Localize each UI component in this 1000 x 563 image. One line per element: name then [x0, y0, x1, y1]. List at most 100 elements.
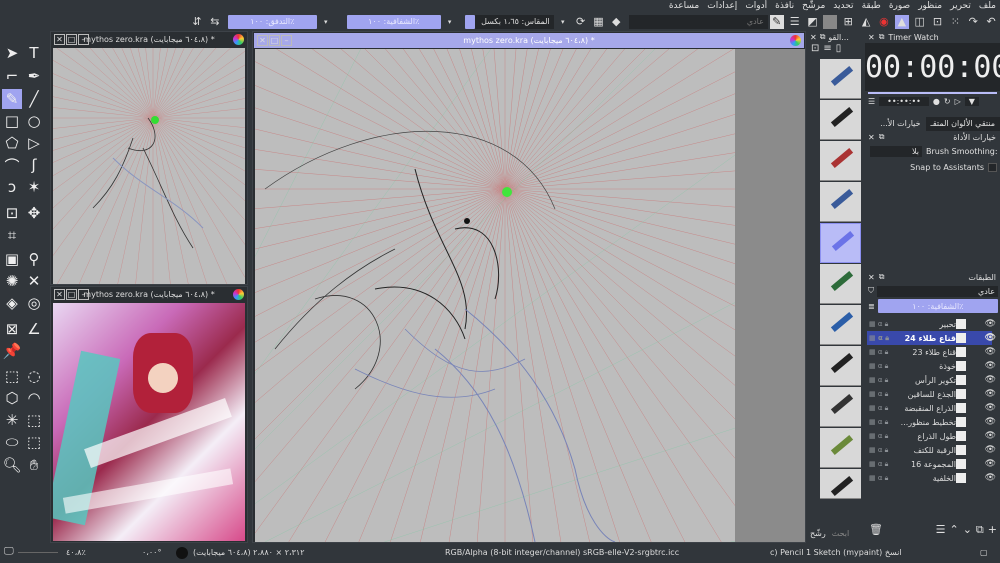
crop-tool-icon[interactable]: ⌗: [2, 225, 22, 245]
filter-icon[interactable]: ⛉: [868, 286, 874, 296]
menu-settings[interactable]: إعدادات: [707, 0, 737, 12]
layer-row[interactable]: ▦ α 🔒︎ قناع طلاء 23 👁︎: [867, 345, 996, 359]
move-up-icon[interactable]: ⌃: [949, 523, 958, 537]
reset-icon[interactable]: ↻: [944, 97, 951, 106]
menu-tools[interactable]: أدوات: [745, 0, 767, 12]
layer-row[interactable]: ▦ α 🔒︎ الرقبة للكتف 👁︎: [867, 443, 996, 457]
eye-icon[interactable]: 👁︎: [985, 333, 996, 343]
mirror-icon[interactable]: ◭: [859, 15, 873, 29]
fit-page-icon[interactable]: ◫: [913, 15, 927, 29]
eye-icon[interactable]: 👁︎: [985, 319, 996, 329]
layer-row[interactable]: ▦ α 🔒︎ تخطيط منظور... 👁︎: [867, 415, 996, 429]
eye-icon[interactable]: 👁︎: [985, 473, 996, 483]
pan-tool-icon[interactable]: ✋︎: [24, 455, 44, 475]
brush-preset[interactable]: [820, 182, 861, 222]
measure-tool-icon[interactable]: ∠: [24, 319, 44, 339]
chevron-down-icon[interactable]: ▾: [556, 15, 570, 29]
minimize-icon[interactable]: –: [78, 289, 89, 300]
reference-illustration[interactable]: [53, 303, 245, 541]
brush-preset[interactable]: [820, 428, 861, 468]
menu-select[interactable]: تحديد: [833, 0, 853, 12]
move-tool-icon[interactable]: ✥: [24, 203, 44, 223]
rect-select-tool-icon[interactable]: ⬚: [2, 366, 22, 386]
magic-wand-tool-icon[interactable]: ✳: [2, 410, 22, 430]
size-slider-fill[interactable]: [464, 14, 475, 29]
layer-opacity-slider[interactable]: الشفافية: ١٠٠٪: [877, 299, 998, 313]
screen-icon[interactable]: 🖵︎: [4, 546, 14, 557]
fill-tool-icon[interactable]: ◈: [2, 293, 22, 313]
canvas-view[interactable]: [53, 48, 245, 284]
layer-row[interactable]: ▦ α 🔒︎ تحبير 👁︎: [867, 317, 996, 331]
dynamic-brush-tool-icon[interactable]: ↄ: [2, 177, 22, 197]
menu-icon[interactable]: ☰: [868, 97, 875, 106]
alpha-lock-icon[interactable]: ▦: [591, 15, 605, 29]
polygon-tool-icon[interactable]: ⬠: [2, 133, 22, 153]
magnetic-select-tool-icon[interactable]: ⬚: [24, 432, 44, 452]
minimize-icon[interactable]: –: [78, 34, 89, 45]
brush-preset[interactable]: [820, 346, 861, 386]
close-icon[interactable]: ✕: [810, 33, 817, 42]
maximize-icon[interactable]: □: [66, 34, 77, 45]
pattern-icon[interactable]: [823, 14, 838, 29]
brush-preset[interactable]: [820, 264, 861, 304]
chevron-down-icon[interactable]: ▾: [319, 15, 333, 29]
brush-preset[interactable]: [820, 100, 861, 140]
assistant-tool-icon[interactable]: ⊠: [2, 319, 22, 339]
layer-flags-icon[interactable]: ▦ α 🔒︎: [869, 460, 888, 469]
canvas-view[interactable]: [255, 49, 735, 542]
brush-smoothing-select[interactable]: بلا: [870, 145, 922, 157]
transform-tool-icon[interactable]: ⊡: [2, 203, 22, 223]
brush-preset[interactable]: [820, 387, 861, 427]
eye-icon[interactable]: 👁︎: [985, 403, 996, 413]
bookmark-icon[interactable]: ▯: [836, 43, 842, 57]
add-layer-icon[interactable]: +: [988, 523, 997, 537]
layer-flags-icon[interactable]: ▦ α 🔒︎: [869, 390, 888, 399]
eye-icon[interactable]: 👁︎: [985, 431, 996, 441]
smart-patch-tool-icon[interactable]: ✺: [2, 271, 22, 291]
undo-icon[interactable]: ↶: [984, 15, 998, 29]
line-tool-icon[interactable]: ╱: [24, 89, 44, 109]
layer-flags-icon[interactable]: ▦ α 🔒︎: [869, 404, 888, 413]
menu-image[interactable]: صورة: [889, 0, 910, 12]
layer-flags-icon[interactable]: ▦ α 🔒︎: [869, 432, 888, 441]
menu-file[interactable]: ملف: [979, 0, 996, 12]
layer-flags-icon[interactable]: ▦ α 🔒︎: [869, 362, 888, 371]
menu-window[interactable]: نافذة: [775, 0, 794, 12]
brush-preset[interactable]: [820, 223, 861, 263]
tag-icon[interactable]: ⊡: [811, 43, 819, 57]
multibrush-tool-icon[interactable]: ✶: [24, 177, 44, 197]
layer-flags-icon[interactable]: ▦ α 🔒︎: [869, 320, 888, 329]
eye-icon[interactable]: 👁︎: [985, 375, 996, 385]
enclose-fill-tool-icon[interactable]: ◎: [24, 293, 44, 313]
eye-icon[interactable]: 👁︎: [985, 459, 996, 469]
chevron-down-icon[interactable]: ▾: [443, 15, 457, 29]
crop-icon[interactable]: ⊡: [931, 15, 945, 29]
bezier-tool-icon[interactable]: ⌒: [2, 155, 22, 175]
layer-flags-icon[interactable]: ▦ α 🔒︎: [869, 334, 889, 343]
close-icon[interactable]: ✕: [868, 133, 875, 142]
brush-preset[interactable]: [820, 305, 861, 345]
eraser-mode-icon[interactable]: ◆: [609, 15, 623, 29]
layer-row[interactable]: ▦ α 🔒︎ الجذع للساقين 👁︎: [867, 387, 996, 401]
fullscreen-icon[interactable]: ▢: [980, 548, 988, 557]
close-icon[interactable]: ✕: [54, 289, 65, 300]
layer-flags-icon[interactable]: ▦ α 🔒︎: [869, 348, 888, 357]
search-label[interactable]: ابحث: [832, 529, 849, 538]
layer-menu-icon[interactable]: ☰: [936, 523, 946, 537]
maximize-icon[interactable]: □: [66, 289, 77, 300]
layer-row[interactable]: ▦ α 🔒︎ الذراع المنقبضة 👁︎: [867, 401, 996, 415]
ellipse-tool-icon[interactable]: ○: [24, 111, 44, 131]
calligraphy-tool-icon[interactable]: ✒: [24, 66, 44, 86]
color-picker-tool-icon[interactable]: ⚲: [24, 249, 44, 269]
snap-checkbox[interactable]: [988, 162, 997, 172]
duplicate-layer-icon[interactable]: ⧉: [976, 523, 984, 537]
close-icon[interactable]: ✕: [868, 33, 875, 42]
rectangle-tool-icon[interactable]: □: [2, 111, 22, 131]
menu-filter[interactable]: مرشّح: [802, 0, 825, 12]
brush-preset[interactable]: [820, 141, 861, 181]
float-icon[interactable]: ⧉: [879, 132, 885, 142]
polyline-tool-icon[interactable]: ▷: [24, 133, 44, 153]
ellipse-select-tool-icon[interactable]: ◌: [24, 366, 44, 386]
freehand-select-tool-icon[interactable]: ◠: [24, 388, 44, 408]
minimize-icon[interactable]: –: [281, 35, 292, 46]
